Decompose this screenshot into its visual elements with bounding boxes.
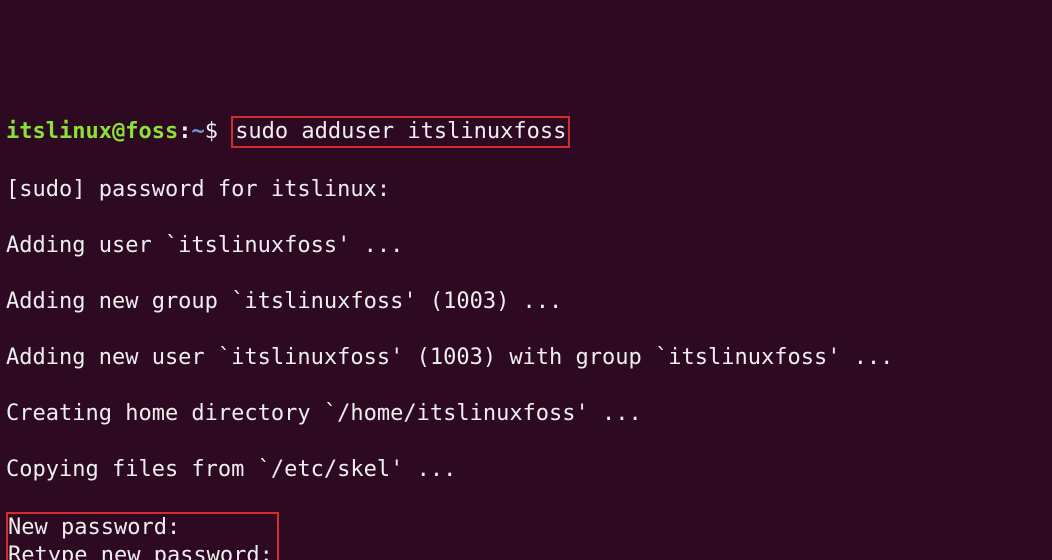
command-highlight: sudo adduser itslinuxfoss <box>231 116 570 148</box>
new-password-line: New password: <box>8 514 273 542</box>
output-line: [sudo] password for itslinux: <box>6 176 1046 204</box>
output-line: Creating home directory `/home/itslinuxf… <box>6 400 1046 428</box>
command-text: sudo adduser itslinuxfoss <box>235 119 566 144</box>
prompt-dollar: $ <box>205 119 232 144</box>
prompt-colon: : <box>178 119 191 144</box>
prompt-line[interactable]: itslinux@foss:~$ sudo adduser itslinuxfo… <box>6 116 1046 148</box>
output-line: Adding new user `itslinuxfoss' (1003) wi… <box>6 344 1046 372</box>
output-line: Copying files from `/etc/skel' ... <box>6 456 1046 484</box>
prompt-user: itslinux@foss <box>6 119 178 144</box>
retype-password-line: Retype new password: <box>8 542 273 560</box>
prompt-path: ~ <box>191 119 204 144</box>
output-line: Adding new group `itslinuxfoss' (1003) .… <box>6 288 1046 316</box>
output-line: Adding user `itslinuxfoss' ... <box>6 232 1046 260</box>
password-highlight: New password:Retype new password: <box>6 512 279 560</box>
